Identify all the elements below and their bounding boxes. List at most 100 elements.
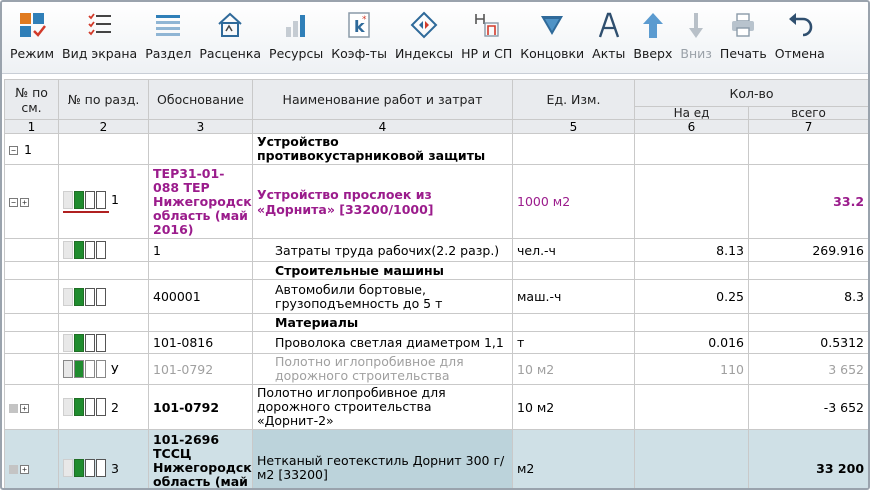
gray-square-icon: [9, 464, 18, 474]
coefficients-label: Коэф-ты: [331, 46, 387, 61]
letter-a-icon: [594, 10, 624, 40]
table-row[interactable]: Материалы: [4, 313, 868, 332]
hr-sp-label: НР и СП: [461, 46, 513, 61]
printer-icon: [728, 10, 758, 40]
undo-button[interactable]: Отмена: [771, 2, 829, 74]
total-quantity: -3 652: [747, 384, 868, 430]
collapse-icon[interactable]: −: [9, 145, 18, 155]
table-row[interactable]: Строительные машины: [4, 261, 868, 280]
table-row[interactable]: − 1 Устройство противокустарниковой защи…: [4, 133, 868, 165]
total-quantity: 33.2: [747, 164, 868, 239]
colnum-1: 1: [4, 119, 59, 134]
section-row-number: 3: [111, 460, 119, 476]
section-title: Устройство противокустарниковой защиты: [252, 133, 513, 165]
print-button[interactable]: Печать: [716, 2, 771, 74]
colnum-2: 2: [58, 119, 149, 134]
table-row[interactable]: У 101-0792 Полотно иглопробивное для дор…: [4, 353, 868, 385]
table-row[interactable]: 101-0816 Проволока светлая диаметром 1,1…: [4, 331, 868, 354]
view-list-icon: [85, 10, 115, 40]
expand-icon[interactable]: +: [20, 403, 29, 413]
up-button[interactable]: Вверх: [629, 2, 676, 74]
table-row[interactable]: + 2 101-0792 Полотно иглопробивное для д…: [4, 384, 868, 430]
header-total[interactable]: всего: [747, 106, 868, 120]
work-name: Устройство прослоек из «Дорнита» [33200/…: [252, 164, 513, 239]
per-unit: 0.25: [634, 279, 749, 314]
unit: м2: [512, 429, 635, 488]
table-row-selected[interactable]: + 3 101-2696 ТССЦ Нижегородская область …: [4, 429, 868, 488]
total-quantity: 0.5312: [747, 331, 868, 354]
mode-icon: [17, 10, 47, 40]
arrow-up-icon: [638, 10, 668, 40]
view-button[interactable]: Вид экрана: [58, 2, 141, 74]
total-quantity: 3 652: [747, 353, 868, 385]
endings-label: Концовки: [520, 46, 585, 61]
header-basis[interactable]: Обоснование: [148, 79, 253, 120]
resource-code: 1: [148, 238, 253, 262]
resources-label: Ресурсы: [269, 46, 324, 61]
coefficients-button[interactable]: k * Коэф-ты: [327, 2, 391, 74]
estimate-grid: № по см. № по разд. Обоснование Наименов…: [4, 79, 868, 488]
table-row[interactable]: −+ 1 ТЕР31-01-088 ТЕР Нижегородская обла…: [4, 164, 868, 239]
indexes-button[interactable]: Индексы: [391, 2, 457, 74]
total-quantity: 33 200: [747, 429, 868, 488]
colnum-4: 4: [252, 119, 513, 134]
resource-indicator: [63, 360, 107, 378]
expand-icon[interactable]: +: [20, 198, 29, 207]
section-label: Раздел: [145, 46, 192, 61]
header-section-number[interactable]: № по разд.: [58, 79, 149, 120]
resource-code: 101-0792: [148, 353, 253, 385]
header-quantity[interactable]: Кол-во: [633, 79, 868, 107]
arrow-down-icon: [681, 10, 711, 40]
resource-code: 101-0816: [148, 331, 253, 354]
down-button[interactable]: Вниз: [676, 2, 716, 74]
svg-text:*: *: [362, 15, 367, 25]
resource-indicator: [63, 459, 107, 477]
table-row[interactable]: 400001 Автомобили бортовые, грузоподъемн…: [4, 279, 868, 314]
expand-icon[interactable]: +: [20, 464, 29, 474]
indexes-label: Индексы: [394, 46, 454, 61]
header-unit[interactable]: Ед. Изм.: [512, 79, 635, 120]
collapse-icon[interactable]: −: [9, 198, 18, 207]
rate-basis: 101-2696 ТССЦ Нижегородская область (май…: [148, 429, 253, 488]
toolbar: Режим Вид экрана Раздел Расценка Ресурсы…: [2, 2, 868, 74]
view-label: Вид экрана: [62, 46, 138, 61]
rate-label: Расценка: [199, 46, 262, 61]
print-label: Печать: [719, 46, 767, 61]
column-numbers-row: 1 2 3 4 5 6 7: [4, 119, 868, 134]
per-unit: 0.016: [634, 331, 749, 354]
estimate-window: Режим Вид экрана Раздел Расценка Ресурсы…: [0, 0, 870, 490]
header-estimate-number[interactable]: № по см.: [4, 79, 59, 120]
acts-button[interactable]: Акты: [588, 2, 629, 74]
total-quantity: 8.3: [747, 279, 868, 314]
row-number: 1: [23, 141, 32, 157]
resource-name: Проволока светлая диаметром 1,1: [252, 331, 513, 354]
colnum-6: 6: [634, 119, 749, 134]
header-per-unit[interactable]: На ед: [634, 106, 749, 120]
section-button[interactable]: Раздел: [141, 2, 195, 74]
rate-basis: ТЕР31-01-088 ТЕР Нижегородская область (…: [148, 164, 253, 239]
endings-button[interactable]: Концовки: [516, 2, 588, 74]
unit: чел.-ч: [512, 238, 635, 262]
group-title: Строительные машины: [252, 261, 513, 280]
rate-button[interactable]: Расценка: [195, 2, 265, 74]
table-row[interactable]: 1 Затраты труда рабочих(2.2 разр.) чел.-…: [4, 238, 868, 262]
unit: т: [512, 331, 635, 354]
replaced-mark: У: [111, 361, 119, 377]
hr-sp-button[interactable]: НР и СП: [457, 2, 516, 74]
per-unit: 8.13: [634, 238, 749, 262]
work-name: Нетканый геотекстиль Дорнит 300 г/м2 [33…: [252, 429, 513, 488]
resource-indicator: [63, 333, 107, 352]
mode-button[interactable]: Режим: [6, 2, 58, 74]
undo-label: Отмена: [774, 46, 825, 61]
group-title: Материалы: [252, 313, 513, 332]
resource-name: Автомобили бортовые, грузоподъемность до…: [252, 279, 513, 314]
unit: 10 м2: [512, 384, 635, 430]
bar-chart-icon: [281, 10, 311, 40]
colnum-3: 3: [148, 119, 253, 134]
up-label: Вверх: [633, 46, 673, 61]
header-work-name[interactable]: Наименование работ и затрат: [252, 79, 513, 120]
resources-button[interactable]: Ресурсы: [265, 2, 327, 74]
house-icon: [215, 10, 245, 40]
colnum-5: 5: [512, 119, 635, 134]
acts-label: Акты: [592, 46, 626, 61]
